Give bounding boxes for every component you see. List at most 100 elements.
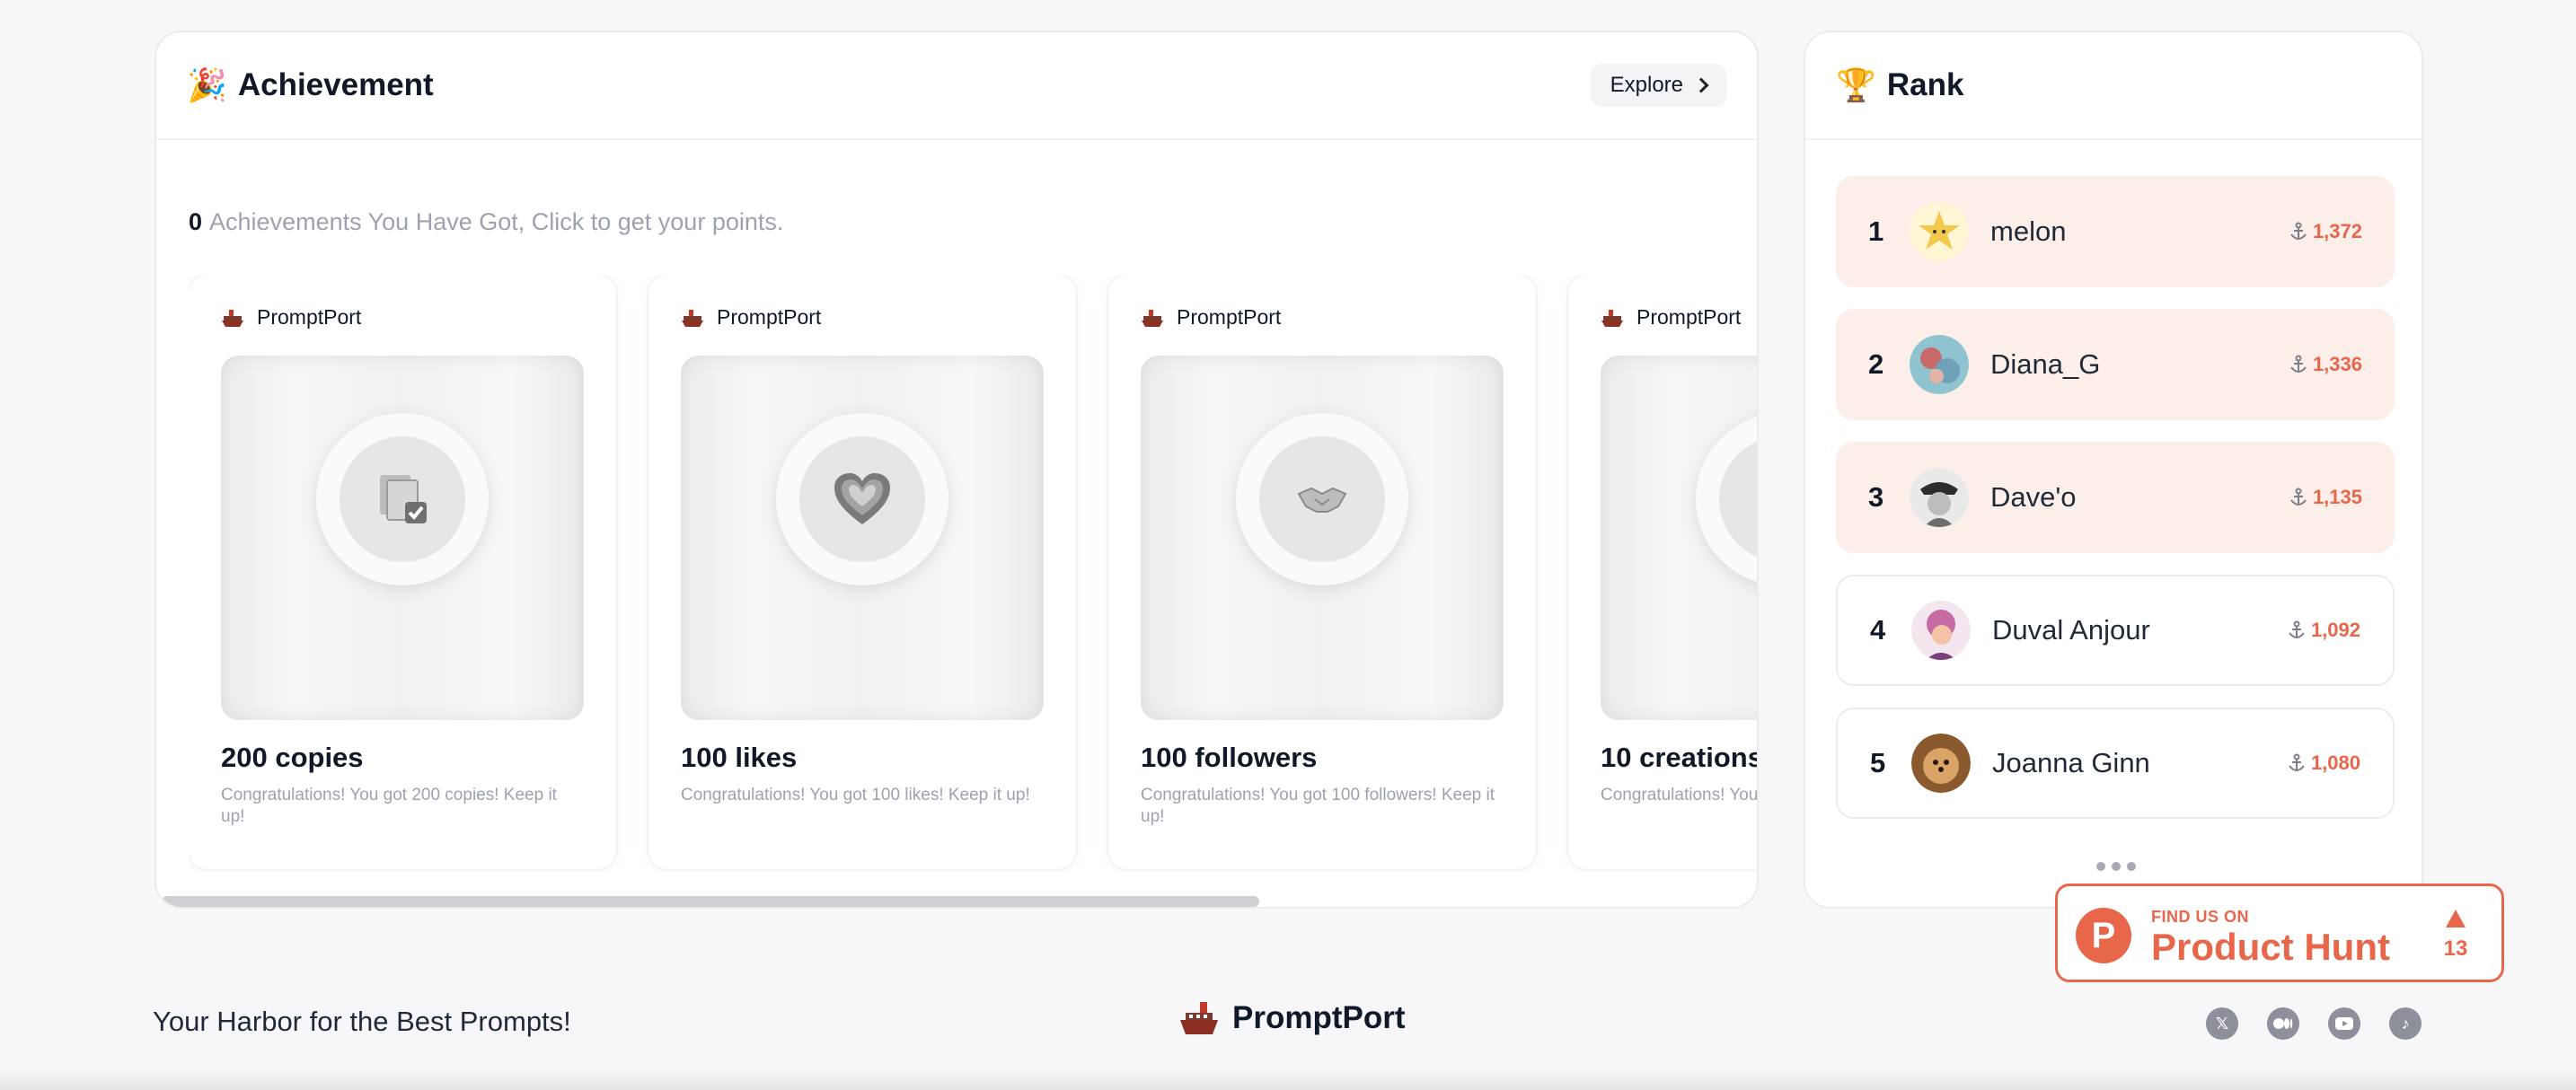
footer-tagline: Your Harbor for the Best Prompts! [153,1006,571,1037]
card-brand: PromptPort [221,305,361,330]
rank-score: 1,080 [2288,752,2360,775]
rank-position: 5 [1870,747,1886,778]
achievement-card[interactable]: PromptPort 100 followers Congratulations… [1108,275,1536,869]
rank-username: Joanna Ginn [1992,747,2150,778]
medium-icon[interactable] [2267,1007,2299,1040]
card-title: 10 creations [1601,742,1759,773]
avatar [1911,601,1971,660]
more-ranks-button[interactable] [2096,862,2136,871]
upvote-count: 13 [2443,936,2468,961]
rank-score: 1,092 [2288,619,2360,642]
explore-button[interactable]: Explore [1590,64,1726,107]
rank-username: Dave'o [1990,481,2077,513]
youtube-icon[interactable] [2328,1007,2360,1040]
anchor-icon [2289,753,2305,771]
achievement-header: 🎉 Achievement Explore [156,32,1757,140]
rank-panel: 🏆 Rank 1 melon 1,372 2 Diana_G 1,336 3 D… [1804,31,2423,909]
achievement-carousel[interactable]: PromptPort 200 copies Congratulations! Y… [189,275,1759,871]
rank-row[interactable]: 5 Joanna Ginn 1,080 [1836,708,2395,819]
footer-brand-name: PromptPort [1232,1000,1406,1035]
rank-username: Duval Anjour [1992,614,2150,646]
rank-row[interactable]: 4 Duval Anjour 1,092 [1836,575,2395,686]
card-description: Congratulations! You got 100 followers! … [1141,786,1495,826]
badge-frame [776,413,948,585]
product-hunt-badge[interactable]: P FIND US ON Product Hunt 13 [2055,883,2504,982]
ship-logo-icon [1601,309,1623,327]
carousel-scrollbar[interactable] [156,896,1757,907]
badge-frame [1696,413,1757,585]
likes-badge-icon [799,436,925,562]
ship-logo-icon [222,309,243,327]
card-brand-name: PromptPort [1177,305,1282,329]
bottom-shadow [0,1068,2576,1090]
rank-score: 1,372 [2289,220,2362,243]
x-icon[interactable]: 𝕏 [2206,1007,2238,1040]
card-artwork [1601,356,1757,720]
card-artwork [221,356,584,720]
rank-username: melon [1990,215,2067,247]
card-brand: PromptPort [1141,305,1281,330]
ship-logo-icon [1180,1002,1218,1034]
rank-header: 🏆 Rank [1805,32,2422,140]
rank-score-value: 1,336 [2312,353,2362,375]
achievement-title: Achievement [237,67,434,102]
card-title: 200 copies [221,742,364,773]
rank-position: 3 [1868,481,1884,513]
more-dot [2096,862,2105,871]
achievement-card[interactable]: PromptPort 10 creations Congratulations!… [1568,275,1759,869]
tiktok-icon[interactable]: ♪ [2389,1007,2422,1040]
anchor-icon [2290,488,2307,505]
rank-score-value: 1,372 [2312,220,2362,242]
footer-logo[interactable]: PromptPort [1178,1000,1406,1036]
product-hunt-name: Product Hunt [2151,926,2390,968]
anchor-icon [2290,222,2307,240]
achievement-count: 0 [189,208,203,235]
avatar [1910,202,1969,261]
achievement-subtitle: 0 Achievements You Have Got, Click to get… [189,208,783,236]
rank-score-value: 1,092 [2310,619,2360,641]
avatar [1910,468,1969,527]
rank-position: 1 [1868,215,1884,247]
achievement-panel: 🎉 Achievement Explore 0 Achievements You … [154,31,1759,909]
carousel-scroll-thumb[interactable] [162,896,1259,907]
rank-score-value: 1,080 [2310,752,2360,774]
card-artwork [681,356,1044,720]
achievement-card[interactable]: PromptPort 200 copies Congratulations! Y… [189,275,616,869]
social-links: 𝕏 ♪ [2206,1007,2422,1040]
rank-list: 1 melon 1,372 2 Diana_G 1,336 3 Dave'o 1… [1836,176,2395,840]
handshake-icon [1297,487,1347,513]
followers-badge-icon [1259,436,1385,562]
product-hunt-logo-icon: P [2076,908,2131,963]
rank-row[interactable]: 2 Diana_G 1,336 [1836,309,2395,420]
rank-row[interactable]: 3 Dave'o 1,135 [1836,442,2395,553]
card-brand-name: PromptPort [717,305,822,329]
card-brand: PromptPort [681,305,821,330]
achievement-card[interactable]: PromptPort 100 likes Congratulations! Yo… [648,275,1076,869]
card-description: Congratulations! You got 100 likes! Keep… [681,786,1030,804]
chevron-right-icon [1693,77,1709,93]
party-popper-icon: 🎉 [187,66,227,103]
card-artwork [1141,356,1504,720]
rank-position: 4 [1870,614,1886,646]
creations-badge-icon [1719,436,1757,562]
badge-frame [316,413,489,585]
ship-logo-icon [682,309,703,327]
anchor-icon [2289,620,2305,638]
more-dot [2112,862,2121,871]
ship-logo-icon [1142,309,1163,327]
card-description: Congratulations! You [1601,786,1759,804]
more-dot [2127,862,2136,871]
rank-score-value: 1,135 [2312,486,2362,508]
rank-title: Rank [1886,67,1964,102]
card-brand-name: PromptPort [1636,305,1742,329]
explore-label: Explore [1610,73,1683,97]
document-check-icon [380,475,427,523]
rank-position: 2 [1868,348,1884,380]
trophy-icon: 🏆 [1836,66,1876,103]
avatar [1911,734,1971,793]
badge-frame [1236,413,1408,585]
upvote-icon [2446,910,2466,927]
card-title: 100 likes [681,742,798,773]
rank-row[interactable]: 1 melon 1,372 [1836,176,2395,287]
copies-badge-icon [340,436,465,562]
